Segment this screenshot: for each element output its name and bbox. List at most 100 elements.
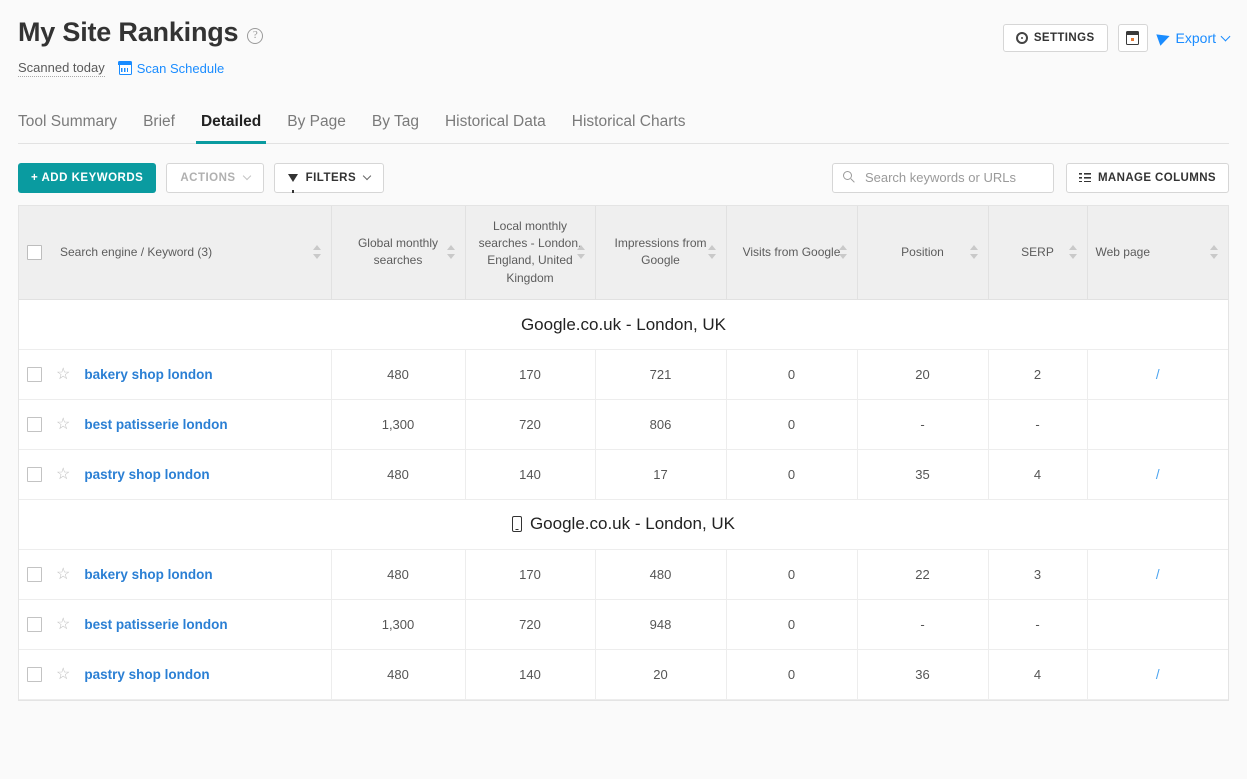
global-monthly-searches-cell: 480 (331, 550, 465, 600)
web-page-link[interactable]: / (1156, 567, 1160, 582)
column-header-serp[interactable]: SERP (988, 206, 1087, 300)
manage-columns-button[interactable]: MANAGE COLUMNS (1066, 163, 1229, 193)
scanned-today-label: Scanned today (18, 60, 105, 77)
keyword-link[interactable]: bakery shop london (84, 567, 212, 582)
column-header-local-monthly-searches[interactable]: Local monthly searches - London, England… (465, 206, 595, 300)
keyword-link[interactable]: best patisserie london (84, 417, 227, 432)
global-monthly-searches-cell: 1,300 (331, 400, 465, 450)
row-checkbox[interactable] (27, 417, 42, 432)
star-icon[interactable]: ☆ (56, 617, 70, 633)
help-icon[interactable]: ? (247, 28, 263, 44)
page-title: My Site Rankings (18, 18, 238, 48)
tab-brief[interactable]: Brief (130, 105, 188, 143)
impressions-cell: 20 (595, 650, 726, 700)
local-monthly-searches-cell: 170 (465, 350, 595, 400)
settings-button[interactable]: SETTINGS (1003, 24, 1108, 52)
paper-plane-icon (1156, 30, 1171, 45)
keyword-link[interactable]: best patisserie london (84, 617, 227, 632)
column-label: Global monthly searches (340, 235, 457, 270)
position-cell: 36 (857, 650, 988, 700)
star-icon[interactable]: ☆ (56, 567, 70, 583)
star-icon[interactable]: ☆ (56, 667, 70, 683)
group-title: Google.co.uk - London, UK (521, 315, 726, 335)
row-checkbox[interactable] (27, 367, 42, 382)
sort-toggle-icon[interactable] (577, 245, 586, 259)
page-header: My Site Rankings ? Scanned today Scan Sc… (0, 0, 1247, 77)
keyword-link[interactable]: bakery shop london (84, 367, 212, 382)
header-actions: SETTINGS Export (1003, 24, 1229, 52)
column-header-global-monthly-searches[interactable]: Global monthly searches (331, 206, 465, 300)
gear-icon (1016, 32, 1028, 44)
column-label: SERP (1021, 244, 1054, 261)
serp-cell: 4 (988, 450, 1087, 500)
row-checkbox[interactable] (27, 667, 42, 682)
export-label: Export (1176, 30, 1216, 46)
web-page-link[interactable]: / (1156, 367, 1160, 382)
group-title-label: Google.co.uk - London, UK (530, 514, 735, 534)
tab-detailed[interactable]: Detailed (188, 105, 274, 143)
sort-toggle-icon[interactable] (708, 245, 717, 259)
impressions-cell: 948 (595, 600, 726, 650)
visits-cell: 0 (726, 650, 857, 700)
column-header-visits[interactable]: Visits from Google (726, 206, 857, 300)
tab-historical-charts[interactable]: Historical Charts (559, 105, 699, 143)
tab-by-page[interactable]: By Page (274, 105, 359, 143)
tab-tool-summary[interactable]: Tool Summary (18, 105, 130, 143)
column-header-web-page[interactable]: Web page (1087, 206, 1228, 300)
export-button[interactable]: Export (1158, 30, 1229, 46)
column-header-impressions[interactable]: Impressions from Google (595, 206, 726, 300)
visits-cell: 0 (726, 600, 857, 650)
star-icon[interactable]: ☆ (56, 367, 70, 383)
date-picker-button[interactable] (1118, 24, 1148, 52)
web-page-link[interactable]: / (1156, 667, 1160, 682)
local-monthly-searches-cell: 170 (465, 550, 595, 600)
toolbar: + ADD KEYWORDS ACTIONS FILTERS MANAGE CO… (18, 163, 1229, 193)
column-label: Impressions from Google (604, 235, 718, 270)
star-icon[interactable]: ☆ (56, 417, 70, 433)
position-cell: 35 (857, 450, 988, 500)
add-keywords-button[interactable]: + ADD KEYWORDS (18, 163, 156, 193)
sort-toggle-icon[interactable] (1210, 245, 1219, 259)
sort-toggle-icon[interactable] (1069, 245, 1078, 259)
sort-toggle-icon[interactable] (970, 245, 979, 259)
sort-toggle-icon[interactable] (839, 245, 848, 259)
visits-cell: 0 (726, 450, 857, 500)
web-page-link[interactable]: / (1156, 467, 1160, 482)
local-monthly-searches-cell: 140 (465, 650, 595, 700)
position-cell: - (857, 400, 988, 450)
chevron-down-icon (1221, 32, 1231, 42)
tab-historical-data[interactable]: Historical Data (432, 105, 559, 143)
serp-cell: 2 (988, 350, 1087, 400)
sort-toggle-icon[interactable] (313, 245, 322, 259)
tab-by-tag[interactable]: By Tag (359, 105, 432, 143)
row-checkbox[interactable] (27, 467, 42, 482)
scan-schedule-label: Scan Schedule (137, 61, 224, 76)
row-checkbox[interactable] (27, 567, 42, 582)
actions-label: ACTIONS (180, 172, 235, 184)
keyword-cell: ☆ best patisserie london (19, 400, 331, 450)
calendar-icon (1126, 32, 1139, 45)
star-icon[interactable]: ☆ (56, 467, 70, 483)
search-input[interactable] (832, 163, 1054, 193)
keyword-cell: ☆ bakery shop london (19, 350, 331, 400)
global-monthly-searches-cell: 1,300 (331, 600, 465, 650)
row-checkbox[interactable] (27, 617, 42, 632)
filters-dropdown[interactable]: FILTERS (274, 163, 385, 193)
column-header-keyword[interactable]: Search engine / Keyword (3) (19, 206, 331, 300)
tab-bar: Tool Summary Brief Detailed By Page By T… (18, 105, 1229, 144)
actions-dropdown[interactable]: ACTIONS (166, 163, 263, 193)
select-all-checkbox[interactable] (27, 245, 42, 260)
position-cell: 20 (857, 350, 988, 400)
keyword-cell: ☆ pastry shop london (19, 450, 331, 500)
serp-cell: - (988, 400, 1087, 450)
keyword-link[interactable]: pastry shop london (84, 667, 209, 682)
sort-toggle-icon[interactable] (447, 245, 456, 259)
group-title-label: Google.co.uk - London, UK (521, 315, 726, 335)
table-header-row: Search engine / Keyword (3) Global month… (19, 206, 1228, 300)
keyword-link[interactable]: pastry shop london (84, 467, 209, 482)
column-header-position[interactable]: Position (857, 206, 988, 300)
impressions-cell: 17 (595, 450, 726, 500)
table-header: Search engine / Keyword (3) Global month… (19, 206, 1228, 300)
scan-schedule-link[interactable]: Scan Schedule (119, 61, 224, 76)
web-page-cell (1087, 400, 1228, 450)
